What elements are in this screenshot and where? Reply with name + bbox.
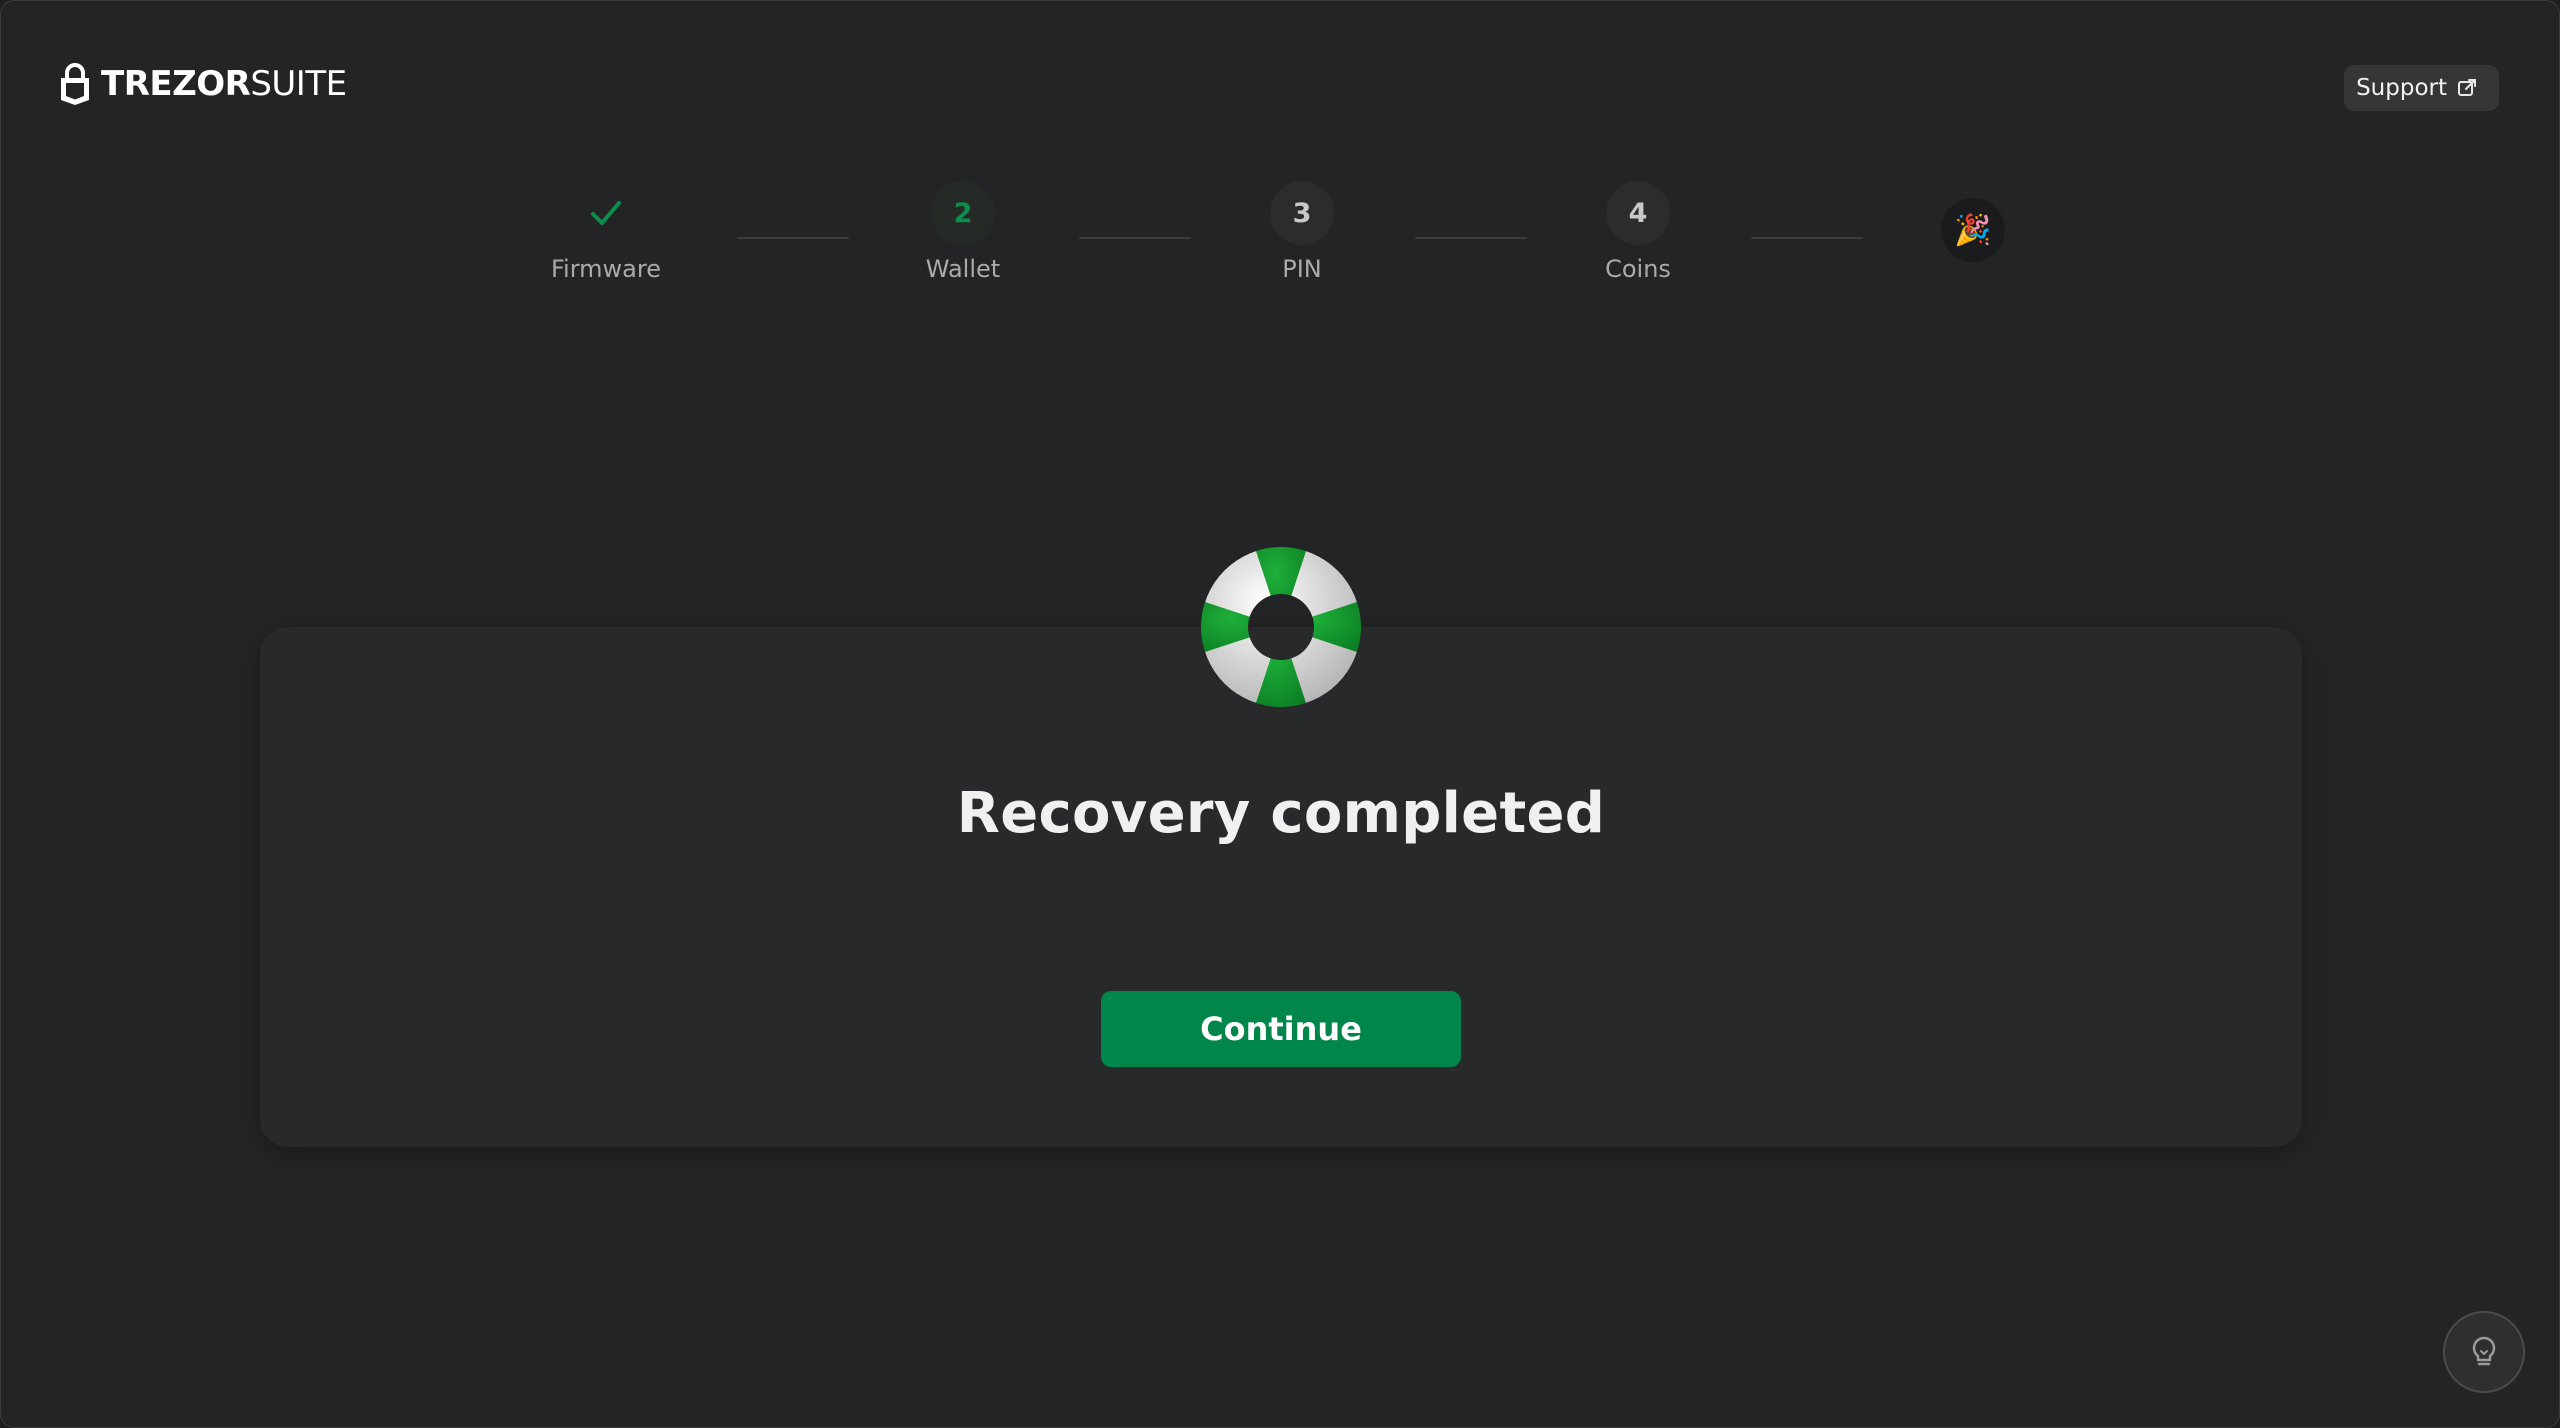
step-wallet: 2 Wallet — [883, 181, 1043, 283]
trezor-lock-icon — [61, 63, 89, 105]
step-label: Firmware — [551, 255, 661, 283]
step-number: 2 — [931, 181, 995, 245]
lightbulb-icon — [2472, 1336, 2496, 1366]
external-link-icon — [2458, 79, 2476, 96]
step-connector — [1415, 237, 1527, 239]
tips-button[interactable] — [2443, 1311, 2525, 1393]
step-label: Coins — [1605, 255, 1671, 283]
lifebuoy-icon — [1199, 545, 1363, 709]
party-popper-icon: 🎉 — [1941, 198, 2005, 262]
step-label: Wallet — [925, 255, 1001, 283]
page-title: Recovery completed — [956, 781, 1606, 846]
step-number: 4 — [1606, 181, 1670, 245]
step-connector — [1079, 237, 1191, 239]
step-number: 3 — [1270, 181, 1334, 245]
step-connector — [737, 237, 849, 239]
trezor-suite-logo: TREZORSUITE — [59, 59, 347, 109]
step-coins: 4 Coins — [1558, 181, 1718, 283]
support-button[interactable]: Support — [2344, 65, 2499, 111]
step-done-check-icon — [574, 181, 638, 245]
continue-button[interactable]: Continue — [1101, 991, 1461, 1067]
step-label: PIN — [1282, 255, 1322, 283]
step-pin: 3 PIN — [1222, 181, 1382, 283]
brand-name: TREZORSUITE — [101, 64, 347, 104]
support-label: Support — [2356, 75, 2447, 101]
step-connector — [1751, 237, 1863, 239]
step-firmware: Firmware — [526, 181, 686, 283]
app-window: TREZORSUITE Support Firmware 2 Wallet 3 … — [0, 0, 2560, 1428]
